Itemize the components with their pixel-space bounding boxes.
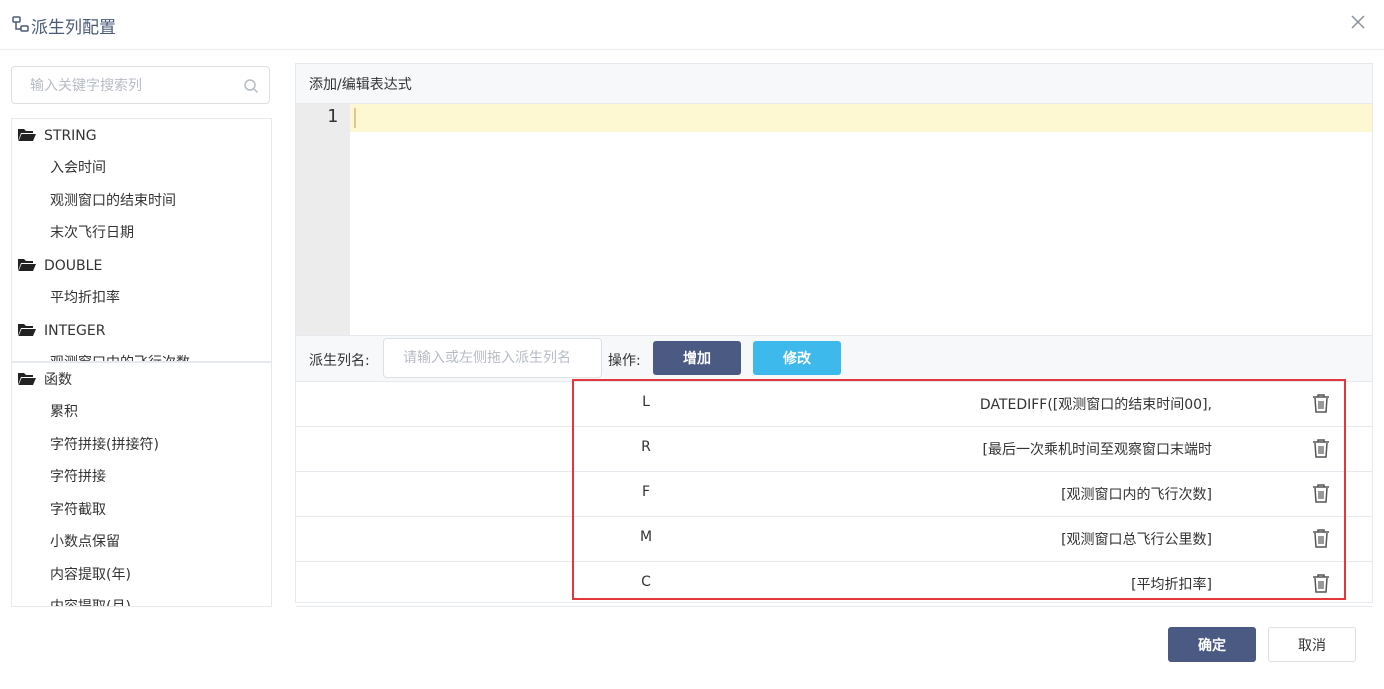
operations-label: 操作: — [608, 353, 641, 369]
derived-column-expression: [观测窗口内的飞行次数] — [1061, 487, 1212, 503]
confirm-button[interactable]: 确定 — [1168, 627, 1256, 662]
derived-column-name: C — [641, 574, 651, 590]
tree-group-string[interactable]: STRING — [18, 125, 97, 147]
text-caret — [354, 108, 356, 128]
function-item[interactable]: 小数点保留 — [50, 531, 120, 553]
column-search[interactable] — [11, 66, 270, 104]
tree-item[interactable]: 观测窗口的结束时间 — [50, 190, 176, 212]
dialog-title: 派生列配置 — [31, 18, 116, 38]
derived-column-form: 派生列名: 操作: 增加 修改 — [296, 336, 1372, 382]
tree-item[interactable]: 入会时间 — [50, 157, 106, 179]
tree-item[interactable]: 末次飞行日期 — [50, 222, 134, 244]
function-item[interactable]: 累积 — [50, 401, 78, 423]
trash-icon[interactable] — [1312, 438, 1330, 458]
derived-name-input[interactable] — [383, 338, 602, 378]
derived-column-expression: [平均折扣率] — [1131, 577, 1212, 593]
folder-open-icon — [18, 259, 36, 271]
table-row[interactable]: F [观测窗口内的飞行次数] — [296, 472, 1372, 517]
derived-column-expression: [观测窗口总飞行公里数] — [1061, 532, 1212, 548]
panel-title-bar: 添加/编辑表达式 — [296, 64, 1372, 104]
derived-name-label: 派生列名: — [309, 353, 370, 369]
expression-panel: 添加/编辑表达式 1 派生列名: 操作: 增加 修改 L DATEDIFF([观… — [295, 63, 1373, 607]
functions-tree: 函数 累积 字符拼接(拼接符) 字符拼接 字符截取 小数点保留 内容提取(年) … — [11, 362, 272, 607]
function-item[interactable]: 内容提取(月) — [50, 596, 131, 606]
derived-column-name: M — [639, 529, 653, 545]
tree-group-double[interactable]: DOUBLE — [18, 255, 102, 277]
line-number: 1 — [327, 106, 338, 127]
folder-open-icon — [18, 324, 36, 336]
tree-item[interactable]: 观测窗口中的飞行次数 — [50, 352, 190, 361]
tree-group-label: DOUBLE — [44, 258, 103, 274]
edit-button[interactable]: 修改 — [753, 341, 841, 375]
tree-group-label: INTEGER — [44, 323, 106, 339]
table-row[interactable]: M [观测窗口总飞行公里数] — [296, 517, 1372, 562]
code-editor[interactable]: 1 — [296, 104, 1372, 336]
dialog-header: 派生列配置 — [0, 0, 1384, 50]
function-item[interactable]: 字符拼接(拼接符) — [50, 434, 159, 456]
derived-column-expression: [最后一次乘机时间至观察窗口末端时 — [982, 442, 1212, 458]
derived-column-expression: DATEDIFF([观测窗口的结束时间00], — [979, 397, 1212, 413]
tree-group-label: 函数 — [44, 372, 72, 388]
function-item[interactable]: 字符截取 — [50, 499, 106, 521]
derived-column-name: R — [641, 439, 651, 455]
cancel-button[interactable]: 取消 — [1268, 627, 1356, 662]
trash-icon[interactable] — [1312, 528, 1330, 548]
table-row[interactable]: R [最后一次乘机时间至观察窗口末端时 — [296, 427, 1372, 472]
derived-column-name: L — [642, 394, 650, 410]
trash-icon[interactable] — [1312, 393, 1330, 413]
add-button[interactable]: 增加 — [653, 341, 741, 375]
tree-group-functions[interactable]: 函数 — [18, 369, 72, 391]
search-input[interactable] — [30, 76, 230, 96]
columns-icon — [12, 16, 29, 32]
derived-columns-table: L DATEDIFF([观测窗口的结束时间00], R [最后一次乘机时间至观察… — [296, 382, 1372, 607]
function-item[interactable]: 字符拼接 — [50, 466, 106, 488]
close-icon[interactable] — [1350, 14, 1366, 30]
tree-group-label: STRING — [44, 128, 97, 144]
function-item[interactable]: 内容提取(年) — [50, 564, 131, 586]
search-icon[interactable] — [243, 78, 259, 94]
tree-item[interactable]: 平均折扣率 — [50, 287, 120, 309]
table-row[interactable]: L DATEDIFF([观测窗口的结束时间00], — [296, 382, 1372, 427]
tree-group-integer[interactable]: INTEGER — [18, 320, 105, 342]
panel-title: 添加/编辑表达式 — [309, 77, 412, 93]
table-row[interactable]: C [平均折扣率] — [296, 562, 1372, 607]
trash-icon[interactable] — [1312, 483, 1330, 503]
folder-open-icon — [18, 129, 36, 141]
folder-open-icon — [18, 373, 36, 385]
line-gutter: 1 — [296, 104, 350, 335]
columns-tree: STRING 入会时间 观测窗口的结束时间 末次飞行日期 DOUBLE 平均折扣… — [11, 118, 272, 362]
trash-icon[interactable] — [1312, 573, 1330, 593]
active-line[interactable] — [350, 104, 1372, 132]
derived-column-name: F — [641, 484, 651, 500]
